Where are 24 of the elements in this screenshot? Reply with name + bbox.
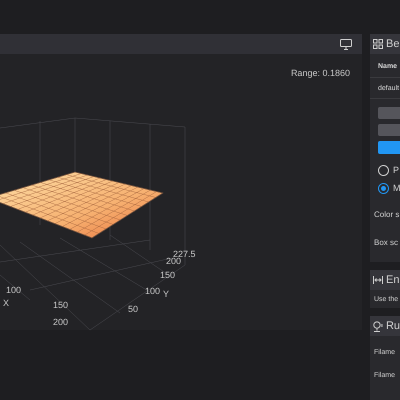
radio-button[interactable]: [378, 182, 389, 194]
nozzle-icon: [373, 320, 383, 332]
setting-label: Box sc: [373, 237, 400, 249]
axis-tick-label: 200: [53, 317, 68, 327]
card-title: Ru: [386, 318, 400, 334]
card-title: En: [386, 272, 400, 288]
axis-tick-label: 100: [145, 286, 160, 296]
width-arrow-icon: [373, 276, 383, 284]
axis-tick-label: 200: [166, 256, 182, 266]
axis-tick-label: 50: [128, 304, 138, 314]
axis-tick-label: 100: [6, 285, 22, 295]
axis-tick-label: 150: [53, 300, 68, 310]
axis-tick-label: 150: [160, 270, 176, 280]
radio-label: P: [393, 164, 400, 177]
axis-tick-label: 227.5: [173, 249, 196, 259]
radio-label: M: [393, 182, 400, 194]
axis-title: Y: [163, 289, 170, 299]
range-label: Range: 0.1860: [290, 67, 350, 80]
card-title: Be: [386, 36, 400, 52]
axis-title: X: [3, 298, 10, 308]
grid-icon: [373, 39, 383, 49]
setting-label: Color s: [373, 209, 400, 221]
monitor-icon[interactable]: [340, 38, 352, 50]
radio-button[interactable]: [378, 165, 389, 176]
